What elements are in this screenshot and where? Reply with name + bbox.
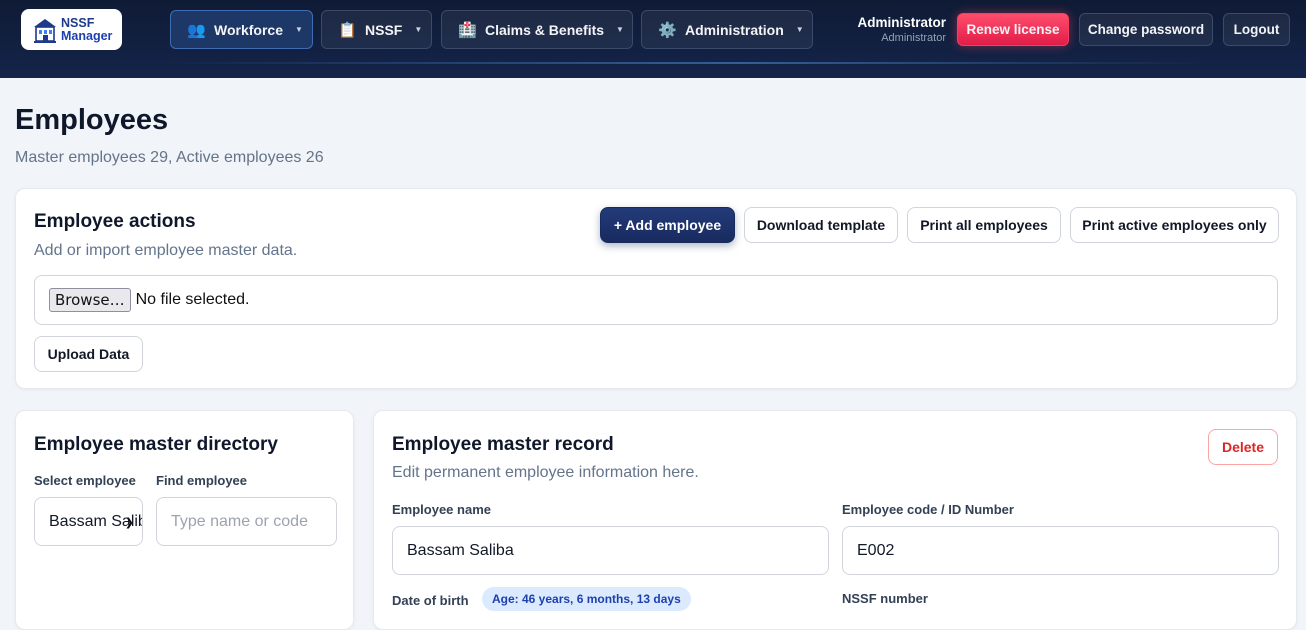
chevron-down-icon: ❯ <box>124 517 134 529</box>
employee-record-card: Employee master record Edit permanent em… <box>373 410 1297 630</box>
employee-directory-card: Employee master directory Select employe… <box>15 410 354 630</box>
brand-line-1: NSSF <box>61 15 95 30</box>
file-status-text: No file selected. <box>135 291 250 308</box>
employee-record-description: Edit permanent employee information here… <box>392 464 699 481</box>
building-logo-icon <box>34 18 56 43</box>
employee-name-input[interactable]: Bassam Saliba <box>392 526 829 575</box>
nav-claims-benefits[interactable]: 🏥 Claims & Benefits ▼ <box>441 10 633 49</box>
chevron-down-icon: ▼ <box>414 25 423 34</box>
print-all-employees-button[interactable]: Print all employees <box>907 207 1061 243</box>
select-employee-dropdown[interactable]: Bassam Saliba ❯ <box>34 497 143 546</box>
print-active-employees-button[interactable]: Print active employees only <box>1070 207 1279 243</box>
upload-data-button[interactable]: Upload Data <box>34 336 143 372</box>
employee-actions-card: Employee actions Add or import employee … <box>15 188 1297 389</box>
nssf-number-label: NSSF number <box>842 591 928 606</box>
select-employee-label: Select employee <box>34 473 136 488</box>
employee-actions-title: Employee actions <box>34 211 196 232</box>
top-navigation-bar: NSSF Manager 👥 Workforce ▼ 📋 NSSF ▼ 🏥 Cl… <box>0 0 1306 78</box>
employee-name-label: Employee name <box>392 502 491 517</box>
user-name: Administrator <box>857 15 946 30</box>
people-icon: 👥 <box>187 21 206 39</box>
gear-icon: ⚙️ <box>658 21 677 39</box>
download-template-button[interactable]: Download template <box>744 207 898 243</box>
logout-button[interactable]: Logout <box>1223 13 1290 46</box>
employee-actions-description: Add or import employee master data. <box>34 242 298 259</box>
file-upload-input[interactable]: Browse… No file selected. <box>34 275 1278 325</box>
nav-administration-label: Administration <box>685 21 784 38</box>
employee-code-value: E002 <box>857 541 895 559</box>
nav-claims-label: Claims & Benefits <box>485 21 605 38</box>
chevron-down-icon: ▼ <box>294 25 303 34</box>
page-title: Employees <box>15 104 169 136</box>
add-employee-button[interactable]: + Add employee <box>600 207 735 243</box>
employee-record-title: Employee master record <box>392 434 614 455</box>
nav-nssf-label: NSSF <box>365 21 403 38</box>
employee-name-value: Bassam Saliba <box>407 541 514 559</box>
employee-code-input[interactable]: E002 <box>842 526 1279 575</box>
find-employee-placeholder: Type name or code <box>171 512 308 530</box>
find-employee-label: Find employee <box>156 473 248 488</box>
user-role: Administrator <box>881 32 946 44</box>
nav-workforce-label: Workforce <box>214 21 283 38</box>
age-badge: Age: 46 years, 6 months, 13 days <box>482 587 691 611</box>
find-employee-input[interactable]: Type name or code <box>156 497 337 546</box>
delete-employee-button[interactable]: Delete <box>1208 429 1278 465</box>
brand-line-2: Manager <box>61 28 113 43</box>
chevron-down-icon: ▼ <box>795 25 804 34</box>
nav-workforce[interactable]: 👥 Workforce ▼ <box>170 10 313 49</box>
change-password-button[interactable]: Change password <box>1079 13 1213 46</box>
chevron-down-icon: ▼ <box>616 25 624 34</box>
clipboard-icon: 📋 <box>338 21 357 39</box>
browse-button[interactable]: Browse… <box>49 288 131 312</box>
app-logo[interactable]: NSSF Manager <box>21 9 122 50</box>
nav-nssf[interactable]: 📋 NSSF ▼ <box>321 10 432 49</box>
employee-code-label: Employee code / ID Number <box>842 502 1014 517</box>
nav-divider-glow <box>160 62 1210 64</box>
page-subtitle: Master employees 29, Active employees 26 <box>15 149 324 166</box>
renew-license-button[interactable]: Renew license <box>957 13 1069 46</box>
nav-administration[interactable]: ⚙️ Administration ▼ <box>641 10 813 49</box>
hospital-icon: 🏥 <box>458 21 477 39</box>
employee-directory-title: Employee master directory <box>34 434 278 455</box>
current-user: Administrator Administrator <box>857 14 946 45</box>
